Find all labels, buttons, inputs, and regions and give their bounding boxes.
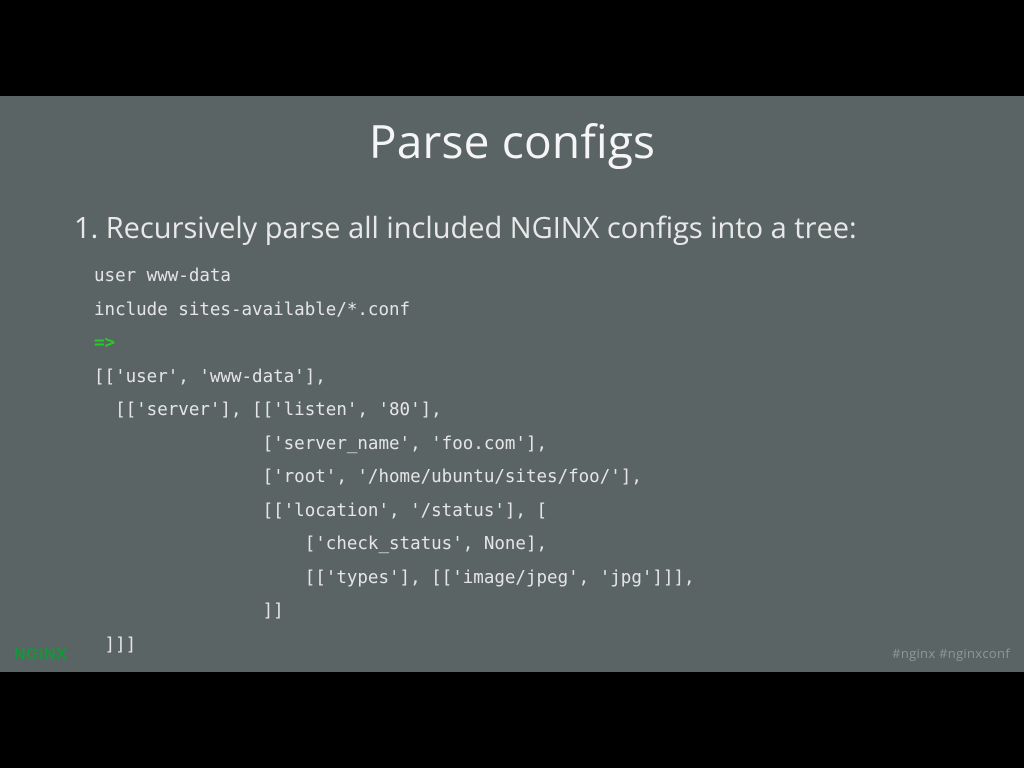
code-line: [['server'], [['listen', '80'], <box>94 394 695 428</box>
footer: NGiNX #nginx #nginxconf <box>0 642 1024 666</box>
nginx-logo: NGiNX <box>14 646 67 664</box>
code-line: [['user', 'www-data'], <box>94 361 695 395</box>
code-block: user www-datainclude sites-available/*.c… <box>94 260 695 662</box>
code-line: user www-data <box>94 260 695 294</box>
code-line: include sites-available/*.conf <box>94 294 695 328</box>
step-text: Recursively parse all included NGINX con… <box>106 208 857 247</box>
hashtags: #nginx #nginxconf <box>892 644 1010 662</box>
step-number: 1. <box>74 208 106 247</box>
code-line: ]] <box>94 595 695 629</box>
code-line: ['root', '/home/ubuntu/sites/foo/'], <box>94 461 695 495</box>
stage: Parse configs 1. Recursively parse all i… <box>0 0 1024 768</box>
slide: Parse configs 1. Recursively parse all i… <box>0 96 1024 672</box>
slide-title: Parse configs <box>0 110 1024 172</box>
step-1: 1. Recursively parse all included NGINX … <box>74 208 857 247</box>
code-line: => <box>94 327 695 361</box>
code-line: ['check_status', None], <box>94 528 695 562</box>
code-line: [['types'], [['image/jpeg', 'jpg']]], <box>94 562 695 596</box>
code-line: [['location', '/status'], [ <box>94 495 695 529</box>
code-line: ['server_name', 'foo.com'], <box>94 428 695 462</box>
